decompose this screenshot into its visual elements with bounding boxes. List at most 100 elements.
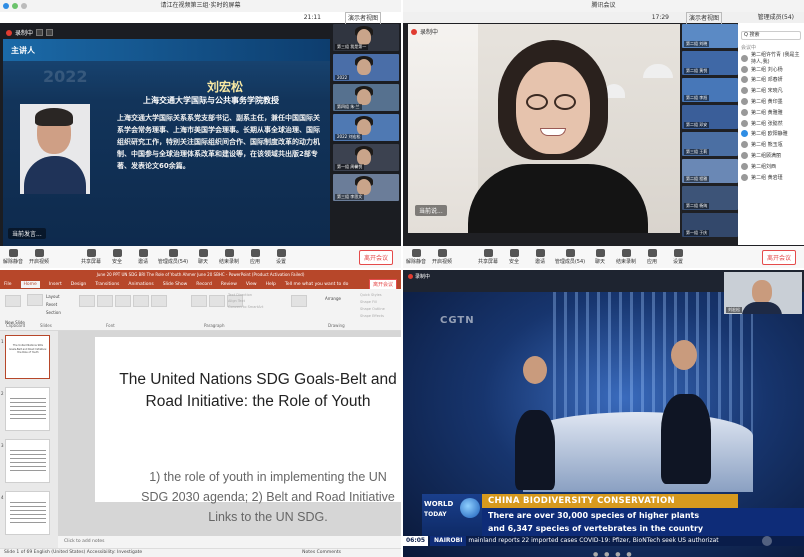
tab-transitions[interactable]: Transitions [95,282,119,287]
stop-recording-button[interactable]: 结束录制 [216,249,242,265]
tab-review[interactable]: Review [221,282,237,287]
shape-outline-button[interactable]: Shape Outline [360,306,385,313]
leave-meeting-button[interactable]: 离开会议 [358,250,393,265]
tab-insert[interactable]: Insert [49,282,62,287]
shape-effects-button[interactable]: Shape Effects [360,313,385,320]
video-thumbnail[interactable]: 第三组 王莉 [682,132,738,156]
apps-button[interactable]: 应用 [639,249,665,265]
member-item[interactable]: 第二组 黄雅雅 [741,107,801,118]
mute-button[interactable]: 解除静音 [403,249,429,265]
slide-body[interactable]: 1) the role of youth in implementing the… [137,467,399,527]
slides-controls[interactable]: Layout Reset Section [26,293,61,319]
current-slide[interactable]: The United Nations SDG Goals-Belt and Ro… [95,337,401,524]
slide-title[interactable]: The United Nations SDG Goals-Belt and Ro… [115,369,401,413]
slide-thumbnail-pane[interactable]: 1 The United Nations SDG Goals-Belt and … [0,331,58,548]
tab-file[interactable]: File [4,282,12,287]
video-thumbnail[interactable]: 第二组 李旭 [682,78,738,102]
security-button[interactable]: 安全 [501,249,527,265]
members-button[interactable]: 管理成员(54) [553,249,587,265]
slide-thumbnail[interactable] [5,387,50,431]
invite-button[interactable]: 邀请 [527,249,553,265]
apps-button[interactable]: 应用 [242,249,268,265]
settings-button[interactable]: 设置 [268,249,294,265]
slide-number: 2 [1,391,4,396]
member-item[interactable]: 第二组 宋晓凡 [741,85,801,96]
slide-thumbnail[interactable] [5,439,50,483]
smartart-button[interactable]: Convert to SmartArt [228,304,263,310]
security-button[interactable]: 安全 [104,249,130,265]
tab-record[interactable]: Record [196,282,212,287]
tab-view[interactable]: View [246,282,257,287]
tab-home[interactable]: Home [20,280,40,288]
invite-icon [138,249,148,257]
mute-button[interactable]: 解除静音 [0,249,26,265]
chat-button[interactable]: 聊天 [587,249,613,265]
font-controls[interactable] [78,293,168,319]
video-button[interactable]: 开启视频 [429,249,455,265]
member-item[interactable]: 第二组 黄岩瑾 [741,172,801,183]
video-thumbnail[interactable]: 第一组 于庆 [682,213,738,237]
drawing-controls[interactable] [290,293,308,319]
chat-button[interactable]: 聊天 [190,249,216,265]
video-thumbnail[interactable]: 第二组 程雅 [682,159,738,183]
section-button[interactable]: Section [46,310,70,315]
status-right[interactable]: Notes Comments [302,549,341,557]
arrange-button[interactable]: Arrange [325,296,341,301]
shape-fill-button[interactable]: Shape Fill [360,299,385,306]
settings-button[interactable]: 设置 [665,249,691,265]
member-item[interactable]: 第二组 刘心杨 [741,64,801,75]
slide-editor[interactable]: The United Nations SDG Goals-Belt and Ro… [58,331,401,548]
video-thumbnail-strip[interactable]: 第三组 我是第一 2022 第四组 朱·兰 2022 刘宏松 第一组 周馨悦 第… [333,24,401,204]
video-thumbnail[interactable]: 第一组 周馨悦 [333,144,399,171]
member-search-input[interactable]: Q 搜索 [741,31,801,40]
video-button[interactable]: 开启视频 [26,249,52,265]
quick-styles-button[interactable]: Quick Styles [360,292,385,299]
member-item[interactable]: 第二组刘西 [741,161,801,172]
member-item[interactable]: 第二组许竹青 (我是主持人,我) [741,52,801,65]
page-dots[interactable]: ● ● ● ● [593,551,634,557]
tab-help[interactable]: Help [266,282,276,287]
video-thumbnail-strip[interactable]: 第二组 刘晓 第二组 黄悦 第二组 李旭 第二组 邓安 第三组 王莉 第二组 程… [682,24,740,240]
slide-thumbnail[interactable]: The United Nations SDG Goals-Belt and Ro… [5,335,50,379]
title-bar: 请江在视频第三组·实时的屏幕 [0,0,401,12]
tell-me-search[interactable]: Tell me what you want to do [285,282,349,287]
shape-tools: Quick Styles Shape Fill Shape Outline Sh… [360,292,385,320]
slide-thumbnail[interactable] [5,491,50,535]
layout-button[interactable]: Layout [46,294,70,299]
self-video-pip[interactable]: 刘宏松 [724,272,802,314]
member-item[interactable]: 第二组 欧阳静雅 [741,129,801,140]
notes-pane[interactable]: Click to add notes [58,536,401,548]
member-item[interactable]: 第二组 熊玉瓴 [741,139,801,150]
tab-animations[interactable]: Animations [128,282,153,287]
video-thumbnail[interactable]: 第二组 黄悦 [682,51,738,75]
video-thumbnail[interactable]: 第二组 邓安 [682,105,738,129]
video-thumbnail[interactable]: 2022 刘宏松 [333,114,399,141]
pause-icon[interactable] [36,29,44,36]
member-item[interactable]: 第二组顾满丽 [741,150,801,161]
video-thumbnail[interactable]: 第二组 杨纯 [682,186,738,210]
invite-button[interactable]: 邀请 [130,249,156,265]
stop-icon[interactable] [46,29,54,36]
reset-button[interactable]: Reset [46,302,70,307]
fullscreen-icon[interactable] [762,536,772,546]
video-thumbnail[interactable]: 2022 [333,54,399,81]
tab-design[interactable]: Design [71,282,87,287]
members-button[interactable]: 管理成员(54) [156,249,190,265]
share-screen-button[interactable]: 共享屏幕 [475,249,501,265]
stop-recording-button[interactable]: 结束录制 [613,249,639,265]
avatar [741,98,748,106]
leave-meeting-button[interactable]: 离开会议 [761,250,796,265]
share-screen-button[interactable]: 共享屏幕 [78,249,104,265]
member-item[interactable]: 第二组 邓春妍 [741,75,801,86]
clipboard-controls[interactable] [4,293,22,319]
video-thumbnail[interactable]: 第二组 刘晓 [682,24,738,48]
powerpoint-window: June 20 PPT UN SDG BRI The Role of Youth… [0,270,401,557]
video-thumbnail[interactable]: 第三组 李思文 [333,174,399,201]
member-item[interactable]: 第二组 张懿然 [741,118,801,129]
video-thumbnail[interactable]: 第三组 我是第一 [333,24,399,51]
member-item[interactable]: 第二组 黄印墨 [741,96,801,107]
video-thumbnail[interactable]: 第四组 朱·兰 [333,84,399,111]
tab-slide-show[interactable]: Slide Show [163,282,188,287]
people-icon [565,249,575,257]
ribbon: Layout Reset Section Text Direction Alig… [0,289,401,331]
